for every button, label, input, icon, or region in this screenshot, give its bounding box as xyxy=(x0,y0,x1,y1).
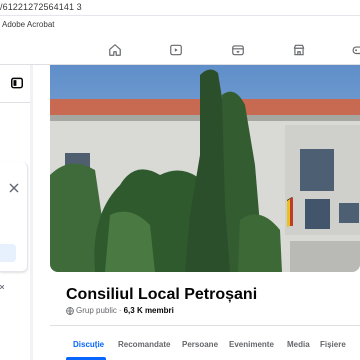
group-title: Consiliul Local Petroșani xyxy=(66,286,258,303)
bookmark-adobe-acrobat[interactable]: Adobe Acrobat xyxy=(2,20,54,29)
left-panel xyxy=(0,65,30,360)
close-icon[interactable] xyxy=(9,183,19,193)
facebook-top-nav xyxy=(0,35,360,65)
home-icon[interactable] xyxy=(106,41,124,59)
video-icon[interactable] xyxy=(167,41,185,59)
bookmarks-bar: Adobe Acrobat xyxy=(0,16,360,35)
left-panel-divider xyxy=(0,102,30,103)
tab-recomandate[interactable]: Recomandate xyxy=(118,340,170,349)
group-meta: Grup public · 6,3 K membri xyxy=(66,306,174,315)
tab-persoane[interactable]: Persoane xyxy=(182,340,218,349)
tab-fisiere[interactable]: Fișiere xyxy=(320,340,346,349)
store-icon[interactable] xyxy=(290,41,308,59)
tabs-divider xyxy=(50,325,360,326)
meta-separator: · xyxy=(118,306,122,315)
globe-icon xyxy=(66,306,74,315)
address-text: /61221272564141 3 xyxy=(0,2,82,12)
tab-discutie[interactable]: Discuție xyxy=(73,340,104,349)
tab-media[interactable]: Media xyxy=(287,340,310,349)
small-cross-icon xyxy=(0,285,4,289)
group-main-content: Consiliul Local Petroșani Grup public · … xyxy=(33,65,360,360)
browser-address-bar[interactable]: /61221272564141 3 xyxy=(0,0,360,16)
cover-photo[interactable] xyxy=(50,65,360,272)
marketplace-icon[interactable] xyxy=(229,41,247,59)
notice-action-button[interactable] xyxy=(0,244,16,262)
group-members-count[interactable]: 6,3 K membri xyxy=(124,306,174,315)
gaming-icon[interactable] xyxy=(350,41,360,59)
tab-evenimente[interactable]: Evenimente xyxy=(229,340,274,349)
facebook-group-page: /61221272564141 3 Adobe Acrobat Consiliu… xyxy=(0,0,360,360)
group-privacy[interactable]: Grup public xyxy=(76,306,117,315)
sidebar-toggle-icon[interactable] xyxy=(10,76,24,90)
